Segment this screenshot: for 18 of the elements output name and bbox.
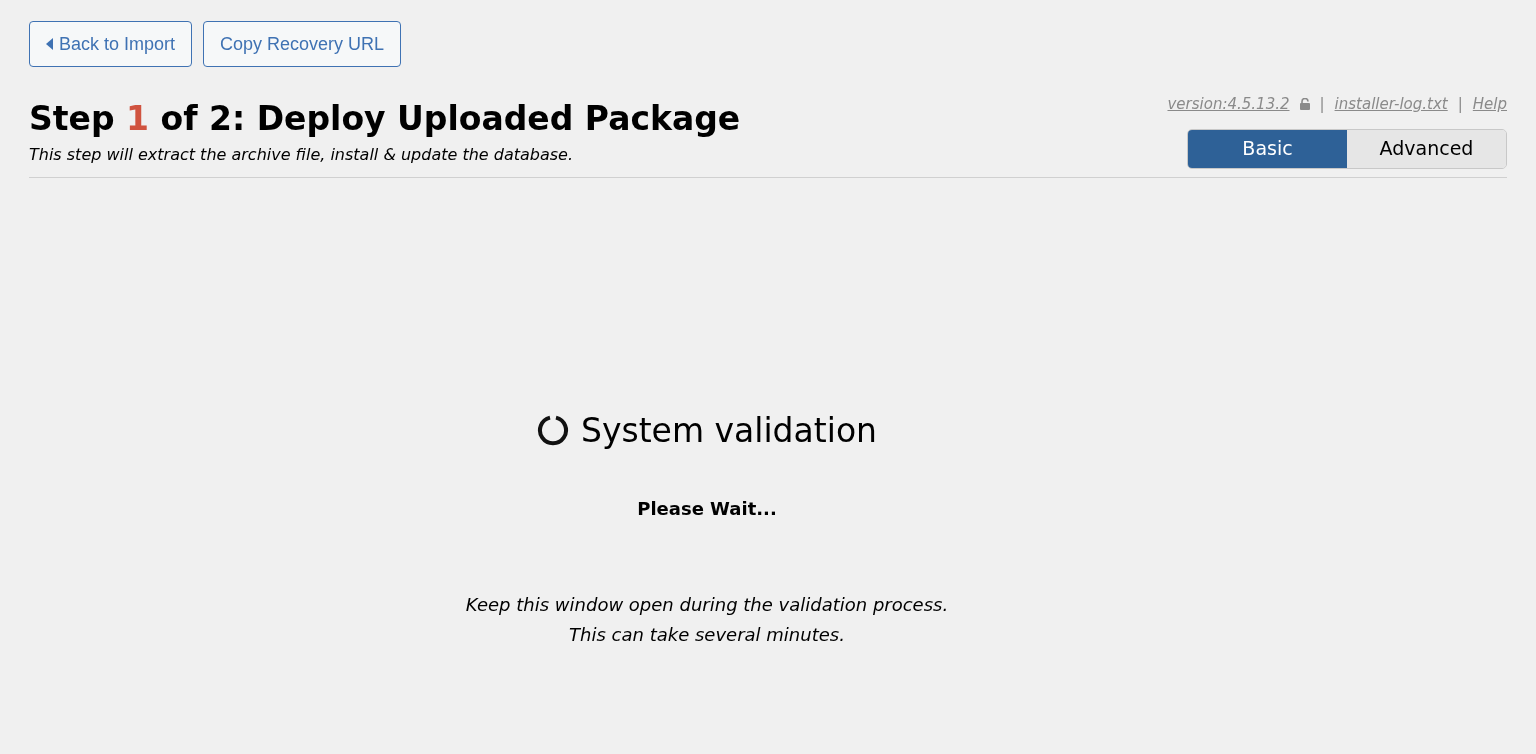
mode-tab[interactable]: Advanced <box>1347 129 1506 168</box>
copy-url-button[interactable]: Copy Recovery URL <box>203 21 402 67</box>
status-text: Please Wait... <box>637 497 777 521</box>
separator: | <box>1319 94 1325 115</box>
progress-title: System validation <box>581 409 877 452</box>
info-text: This can take several minutes. <box>569 623 845 647</box>
caret-left-icon <box>46 38 53 50</box>
mode-tab[interactable]: Basic <box>1188 129 1347 168</box>
page-title: Step 1 of 2: Deploy Uploaded Package <box>29 98 741 140</box>
version-link[interactable]: version:4.5.13.2 <box>1167 93 1290 116</box>
info-text: Keep this window open during the validation process. <box>465 593 949 617</box>
loading-spinner-icon <box>537 414 569 447</box>
unlock-icon <box>1299 98 1310 111</box>
header-link[interactable]: installer-log.txt <box>1334 93 1448 116</box>
separator: | <box>1457 94 1463 115</box>
page-subtitle: This step will extract the archive file, install & update the database. <box>29 144 575 166</box>
back-button[interactable]: Back to Import <box>29 21 193 67</box>
header-link[interactable]: Help <box>1472 93 1507 116</box>
